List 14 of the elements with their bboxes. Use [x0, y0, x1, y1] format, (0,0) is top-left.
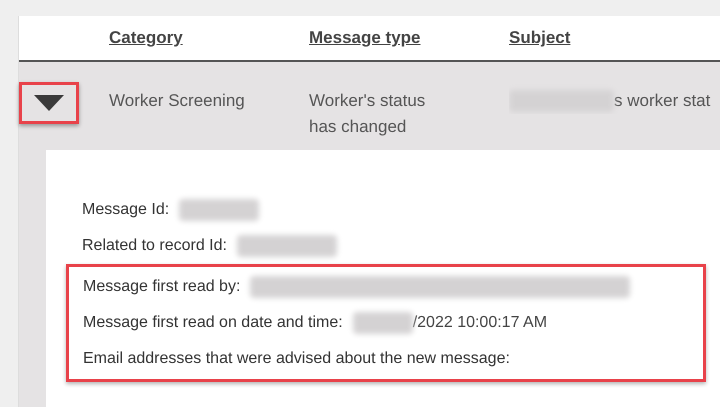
field-label: Related to record Id:: [82, 237, 227, 255]
field-label: Message Id:: [82, 201, 170, 219]
expand-toggle[interactable]: [19, 82, 79, 124]
field-label: Email addresses that were advised about the new message:: [83, 350, 510, 368]
table-cell-text: s worker stat: [614, 90, 710, 112]
column-header[interactable]: Subject: [509, 28, 720, 48]
table-cell-text: Worker Screening: [109, 90, 246, 112]
caret-down-icon: [34, 95, 64, 111]
field-label: Message first read on date and time:: [83, 314, 343, 332]
table-cell-text: Worker's status has changed: [309, 90, 426, 138]
field-label: Message first read by:: [83, 278, 240, 296]
column-header[interactable]: Message type: [309, 28, 509, 48]
field-value: /2022 10:00:17 AM: [412, 314, 548, 332]
column-header[interactable]: Category: [109, 28, 309, 48]
